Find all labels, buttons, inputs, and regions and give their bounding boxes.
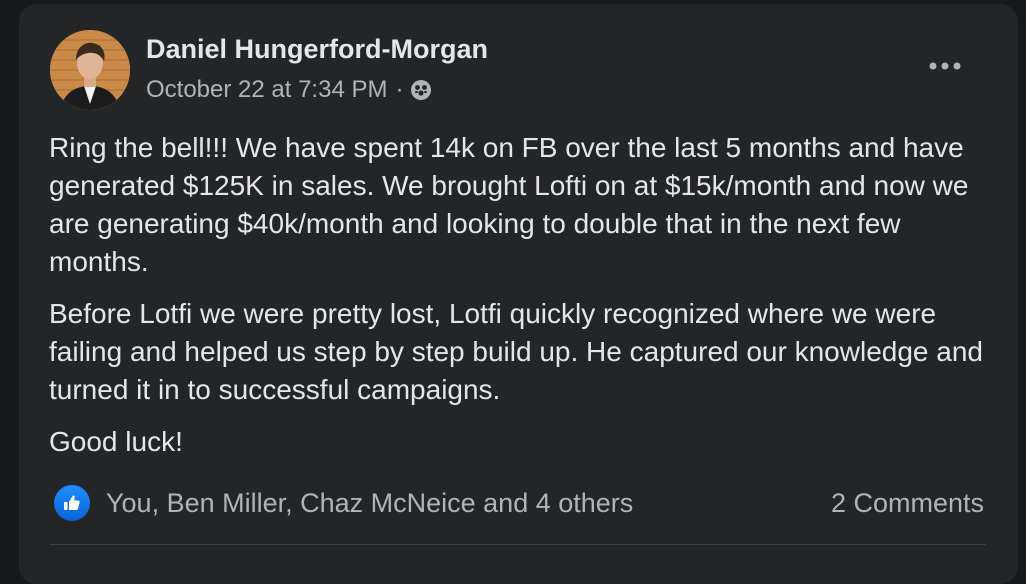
post-paragraph: Ring the bell!!! We have spent 14k on FB… [49,132,969,277]
post-body: Ring the bell!!! We have spent 14k on FB… [49,129,999,475]
friends-icon[interactable] [409,78,433,102]
meta-separator: · [395,76,404,103]
author-name[interactable]: Daniel Hungerford-Morgan [146,34,488,65]
avatar-photo [50,30,130,110]
post-card: Daniel Hungerford-Morgan October 22 at 7… [19,4,1018,584]
like-icon [54,485,90,521]
comments-count-link[interactable]: 2 Comments [831,488,984,519]
more-options-button[interactable] [923,54,967,78]
post-paragraph: Before Lotfi we were pretty lost, Lotfi … [49,298,983,405]
reactions-summary[interactable]: You, Ben Miller, Chaz McNeice and 4 othe… [54,485,633,521]
action-divider [50,544,986,545]
post-timestamp[interactable]: October 22 at 7:34 PM [146,76,387,104]
reactions-text[interactable]: You, Ben Miller, Chaz McNeice and 4 othe… [106,488,633,519]
author-avatar[interactable] [50,30,130,110]
post-meta: October 22 at 7:34 PM · [146,76,433,104]
post-paragraph: Good luck! [49,426,183,457]
more-icon [929,62,961,70]
